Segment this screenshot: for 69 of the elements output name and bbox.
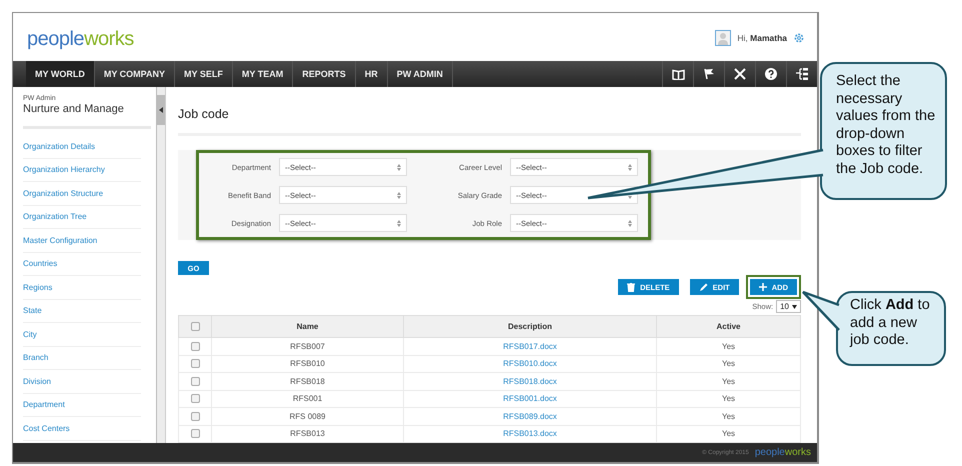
- table-cell: Yes: [656, 338, 800, 355]
- sort-arrows-icon: [628, 220, 632, 227]
- sidebar-link[interactable]: Master Configuration: [23, 229, 141, 252]
- table-cell: RFSB007: [212, 338, 404, 355]
- sidebar-link[interactable]: Organization Hierarchy: [23, 158, 141, 182]
- row-checkbox[interactable]: [190, 342, 200, 351]
- sort-arrows-icon: [397, 164, 401, 171]
- page-title: Job code: [178, 107, 230, 121]
- user-greeting: Hi, Mamatha: [737, 33, 787, 43]
- file-link[interactable]: RFSB089.docx: [503, 412, 557, 421]
- file-link[interactable]: RFSB018.docx: [503, 376, 557, 386]
- nav-tab[interactable]: MY WORLD: [26, 61, 95, 87]
- page-size-dropdown[interactable]: 10: [776, 300, 801, 313]
- sidebar-link[interactable]: Organization Details: [23, 135, 141, 158]
- settings-icon[interactable]: [793, 32, 805, 44]
- column-header: Active: [656, 316, 800, 338]
- footer-logo: peopleworks: [754, 447, 811, 458]
- row-checkbox[interactable]: [190, 394, 200, 404]
- sidebar-link[interactable]: City: [23, 323, 141, 346]
- row-checkbox[interactable]: [190, 429, 200, 438]
- caret-icon: [792, 304, 797, 308]
- sidebar-title: Nurture and Manage: [23, 103, 125, 115]
- callout-text: Click Add to add a new job code.: [850, 297, 930, 348]
- sidebar-link[interactable]: Countries: [23, 252, 141, 276]
- file-link[interactable]: RFSB017.docx: [503, 342, 557, 351]
- sort-arrows-icon: [397, 220, 401, 227]
- table-cell: Yes: [656, 408, 800, 425]
- logo: peopleworks: [27, 26, 134, 50]
- row-checkbox[interactable]: [190, 412, 200, 421]
- sidebar-link[interactable]: Department: [23, 394, 141, 417]
- sidebar-link[interactable]: Division: [23, 370, 141, 394]
- plus-icon: [758, 283, 767, 291]
- sidebar-link[interactable]: Cost Centers: [23, 417, 141, 440]
- trash-icon: [627, 282, 636, 292]
- nav-tab[interactable]: HR: [356, 61, 388, 87]
- sidebar-link[interactable]: Branch: [23, 346, 141, 370]
- row-checkbox[interactable]: [190, 359, 200, 368]
- sidebar-link[interactable]: Organization Tree: [23, 206, 141, 229]
- select-all-checkbox[interactable]: [190, 322, 200, 332]
- nav-tab[interactable]: MY SELF: [175, 61, 233, 87]
- column-header: Description: [404, 316, 656, 338]
- avatar-icon: [715, 30, 732, 46]
- sidebar-link[interactable]: Regions: [23, 276, 141, 300]
- file-link[interactable]: RFSB010.docx: [503, 359, 557, 368]
- sort-arrows-icon: [628, 164, 632, 171]
- table-cell: RFS001: [212, 390, 404, 408]
- help-icon[interactable]: [765, 68, 777, 80]
- sort-arrows-icon: [397, 192, 401, 199]
- book-icon[interactable]: [672, 68, 684, 80]
- table-cell: RFSB010: [212, 355, 404, 372]
- callout-text: Select the necessary values from the drop-down boxes to filter the Job code.: [836, 73, 936, 176]
- file-link[interactable]: RFSB001.docx: [503, 394, 557, 404]
- sidebar-link[interactable]: State: [23, 300, 141, 323]
- nav-tab[interactable]: MY TEAM: [232, 61, 294, 87]
- nav-tab[interactable]: REPORTS: [293, 61, 356, 87]
- collapse-handle[interactable]: [157, 95, 165, 125]
- pencil-icon: [698, 282, 708, 292]
- table-cell: RFS 0089: [212, 408, 404, 425]
- table-cell: Yes: [656, 355, 800, 372]
- flag-icon[interactable]: [704, 68, 714, 80]
- row-checkbox[interactable]: [190, 376, 200, 386]
- sitemap-icon[interactable]: [796, 68, 808, 80]
- table-cell: Yes: [656, 390, 800, 408]
- nav-tab[interactable]: PW ADMIN: [388, 61, 453, 87]
- column-header: Name: [212, 316, 404, 338]
- sidebar-link[interactable]: Organization Structure: [23, 182, 141, 206]
- table-cell: RFSB018: [212, 372, 404, 390]
- table-cell: Yes: [656, 372, 800, 390]
- file-link[interactable]: RFSB013.docx: [503, 429, 557, 438]
